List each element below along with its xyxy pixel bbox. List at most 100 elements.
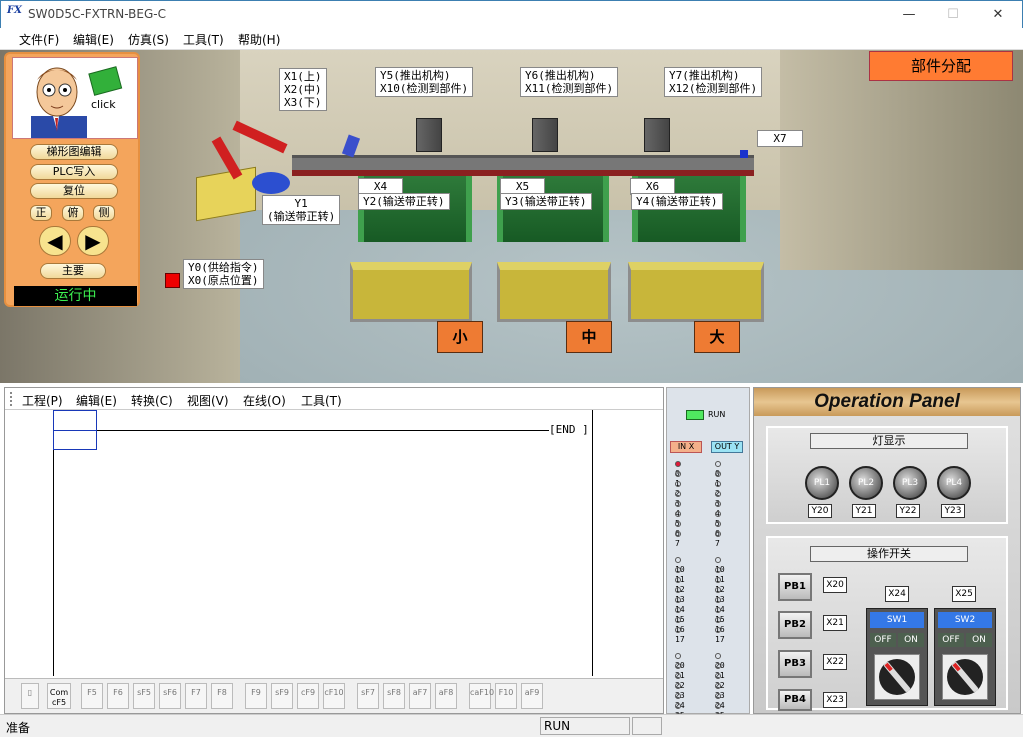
fx-logo-icon: FX bbox=[7, 5, 22, 16]
menu-help[interactable]: 帮助(H) bbox=[238, 31, 280, 48]
fkey-f7[interactable]: F7 bbox=[185, 683, 207, 709]
switch-section: 操作开关 PB1 PB2 PB3 PB4 X20 X21 X22 X23 X24… bbox=[766, 536, 1008, 711]
io-indicator-icon bbox=[675, 682, 681, 689]
bin-label-small: 小 bbox=[437, 321, 483, 353]
cursor-icon[interactable]: ▯ bbox=[21, 683, 39, 709]
fkey-f9[interactable]: F9 bbox=[245, 683, 267, 709]
label-y0-x0: Y0(供给指令) X0(原点位置) bbox=[183, 259, 264, 289]
io-indicator-icon bbox=[675, 606, 681, 613]
fkey-caf10[interactable]: caF10 bbox=[469, 683, 494, 709]
io-indicator-icon bbox=[715, 692, 721, 699]
fkey-f5[interactable]: F5 bbox=[81, 683, 103, 709]
fkey-sf8[interactable]: sF8 bbox=[383, 683, 405, 709]
io-indicator-icon bbox=[715, 672, 721, 679]
io-indicator-icon bbox=[675, 576, 681, 583]
io-indicator-icon bbox=[715, 510, 721, 517]
editor-menu-tools[interactable]: 工具(T) bbox=[301, 392, 342, 409]
sw1-knob-icon[interactable] bbox=[874, 654, 920, 700]
reset-button[interactable]: 复位 bbox=[30, 183, 118, 199]
editor-menu-project[interactable]: 工程(P) bbox=[22, 392, 63, 409]
ladder-canvas[interactable]: [END ] bbox=[5, 410, 663, 676]
run-led bbox=[686, 410, 704, 420]
next-arrow-icon[interactable]: ▶ bbox=[77, 226, 109, 256]
editor-menu-edit[interactable]: 编辑(E) bbox=[76, 392, 117, 409]
fkey-f6[interactable]: F6 bbox=[107, 683, 129, 709]
plc-write-button[interactable]: PLC写入 bbox=[30, 164, 118, 180]
fkey-f8[interactable]: F8 bbox=[211, 683, 233, 709]
io-indicator-icon bbox=[715, 586, 721, 593]
ladder-edit-button[interactable]: 梯形图编辑 bbox=[30, 144, 118, 160]
view-side-button[interactable]: 侧 bbox=[93, 205, 115, 221]
io-indicator-icon bbox=[675, 616, 681, 623]
sw1-switch[interactable]: SW1 OFF ON bbox=[866, 608, 928, 706]
editor-menu-online[interactable]: 在线(O) bbox=[243, 392, 286, 409]
pusher-y7 bbox=[644, 118, 670, 152]
sw2-knob-icon[interactable] bbox=[942, 654, 988, 700]
pb4-button[interactable]: PB4 bbox=[778, 689, 812, 711]
pb2-button[interactable]: PB2 bbox=[778, 611, 812, 639]
io-indicator-icon bbox=[675, 530, 681, 537]
editor-menu-view[interactable]: 视图(V) bbox=[187, 392, 229, 409]
sw2-x25-label: X25 bbox=[952, 586, 976, 602]
end-instruction: [END ] bbox=[549, 423, 589, 436]
robot-base bbox=[252, 172, 290, 194]
fkey-cf9[interactable]: cF9 bbox=[297, 683, 319, 709]
pb3-button[interactable]: PB3 bbox=[778, 650, 812, 678]
fkey-cf10[interactable]: cF10 bbox=[323, 683, 345, 709]
lamp-pl3: PL3 bbox=[893, 466, 927, 500]
avatar[interactable]: click bbox=[12, 57, 138, 139]
menu-file[interactable]: 文件(F) bbox=[19, 31, 59, 48]
run-led-label: RUN bbox=[708, 410, 726, 419]
menu-edit[interactable]: 编辑(E) bbox=[73, 31, 114, 48]
component-assign-button[interactable]: 部件分配 bbox=[869, 51, 1013, 81]
fkey-sf7[interactable]: sF7 bbox=[357, 683, 379, 709]
io-indicator-icon bbox=[675, 662, 681, 669]
fkey-sf6[interactable]: sF6 bbox=[159, 683, 181, 709]
menu-simulate[interactable]: 仿真(S) bbox=[128, 31, 169, 48]
status-ready: 准备 bbox=[6, 721, 31, 735]
minimize-button[interactable]: — bbox=[891, 4, 927, 26]
fkey-f10[interactable]: F10 bbox=[495, 683, 517, 709]
label-y5-x10: Y5(推出机构) X10(检测到部件) bbox=[375, 67, 474, 97]
io-indicator-icon bbox=[715, 556, 721, 563]
fkey-comment[interactable]: Com cF5 bbox=[47, 683, 71, 709]
fkey-af8[interactable]: aF8 bbox=[435, 683, 457, 709]
menu-bar: 文件(F) 编辑(E) 仿真(S) 工具(T) 帮助(H) bbox=[0, 28, 1023, 50]
editor-menu-convert[interactable]: 转换(C) bbox=[131, 392, 173, 409]
io-indicator-icon bbox=[715, 500, 721, 507]
io-indicator-icon bbox=[675, 586, 681, 593]
sw2-switch[interactable]: SW2 OFF ON bbox=[934, 608, 996, 706]
io-indicator-icon bbox=[675, 520, 681, 527]
bin-small bbox=[350, 262, 472, 322]
click-label: click bbox=[91, 98, 116, 111]
function-key-toolbar: ▯ Com cF5 F5 F6 sF5 sF6 F7 F8 F9 sF9 cF9… bbox=[5, 678, 663, 713]
io-monitor-panel: RUN IN X OUT Y 0 1 2 3 4 5 6 7 10 11 12 13 14 15 16 17 2… bbox=[666, 387, 750, 737]
rung-line bbox=[53, 430, 549, 431]
bin-label-large: 大 bbox=[694, 321, 740, 353]
sw2-label: SW2 bbox=[938, 612, 992, 628]
menu-tools[interactable]: 工具(T) bbox=[183, 31, 224, 48]
fkey-af7[interactable]: aF7 bbox=[409, 683, 431, 709]
view-front-button[interactable]: 正 bbox=[30, 205, 52, 221]
prev-arrow-icon[interactable]: ◀ bbox=[39, 226, 71, 256]
view-top-button[interactable]: 俯 bbox=[62, 205, 84, 221]
lamp-pl4: PL4 bbox=[937, 466, 971, 500]
io-indicator-icon bbox=[715, 576, 721, 583]
main-button[interactable]: 主要 bbox=[40, 263, 106, 279]
io-indicator-icon bbox=[715, 606, 721, 613]
lamp-y20-label: Y20 bbox=[808, 504, 832, 518]
fkey-sf9[interactable]: sF9 bbox=[271, 683, 293, 709]
fkey-af9[interactable]: aF9 bbox=[521, 683, 543, 709]
maximize-button[interactable]: ☐ bbox=[935, 4, 971, 26]
status-bar: 准备 RUN bbox=[0, 714, 1023, 737]
label-x1-x2-x3: X1(上) X2(中) X3(下) bbox=[279, 68, 327, 111]
close-button[interactable]: ✕ bbox=[980, 4, 1016, 26]
io-indicator-icon bbox=[675, 556, 681, 563]
lamp-pl2: PL2 bbox=[849, 466, 883, 500]
label-y4: Y4(输送带正转) bbox=[631, 193, 723, 210]
io-indicator-icon bbox=[675, 566, 681, 573]
fkey-sf5[interactable]: sF5 bbox=[133, 683, 155, 709]
pb1-button[interactable]: PB1 bbox=[778, 573, 812, 601]
io-indicator-icon bbox=[715, 530, 721, 537]
io-indicator-icon bbox=[715, 626, 721, 633]
